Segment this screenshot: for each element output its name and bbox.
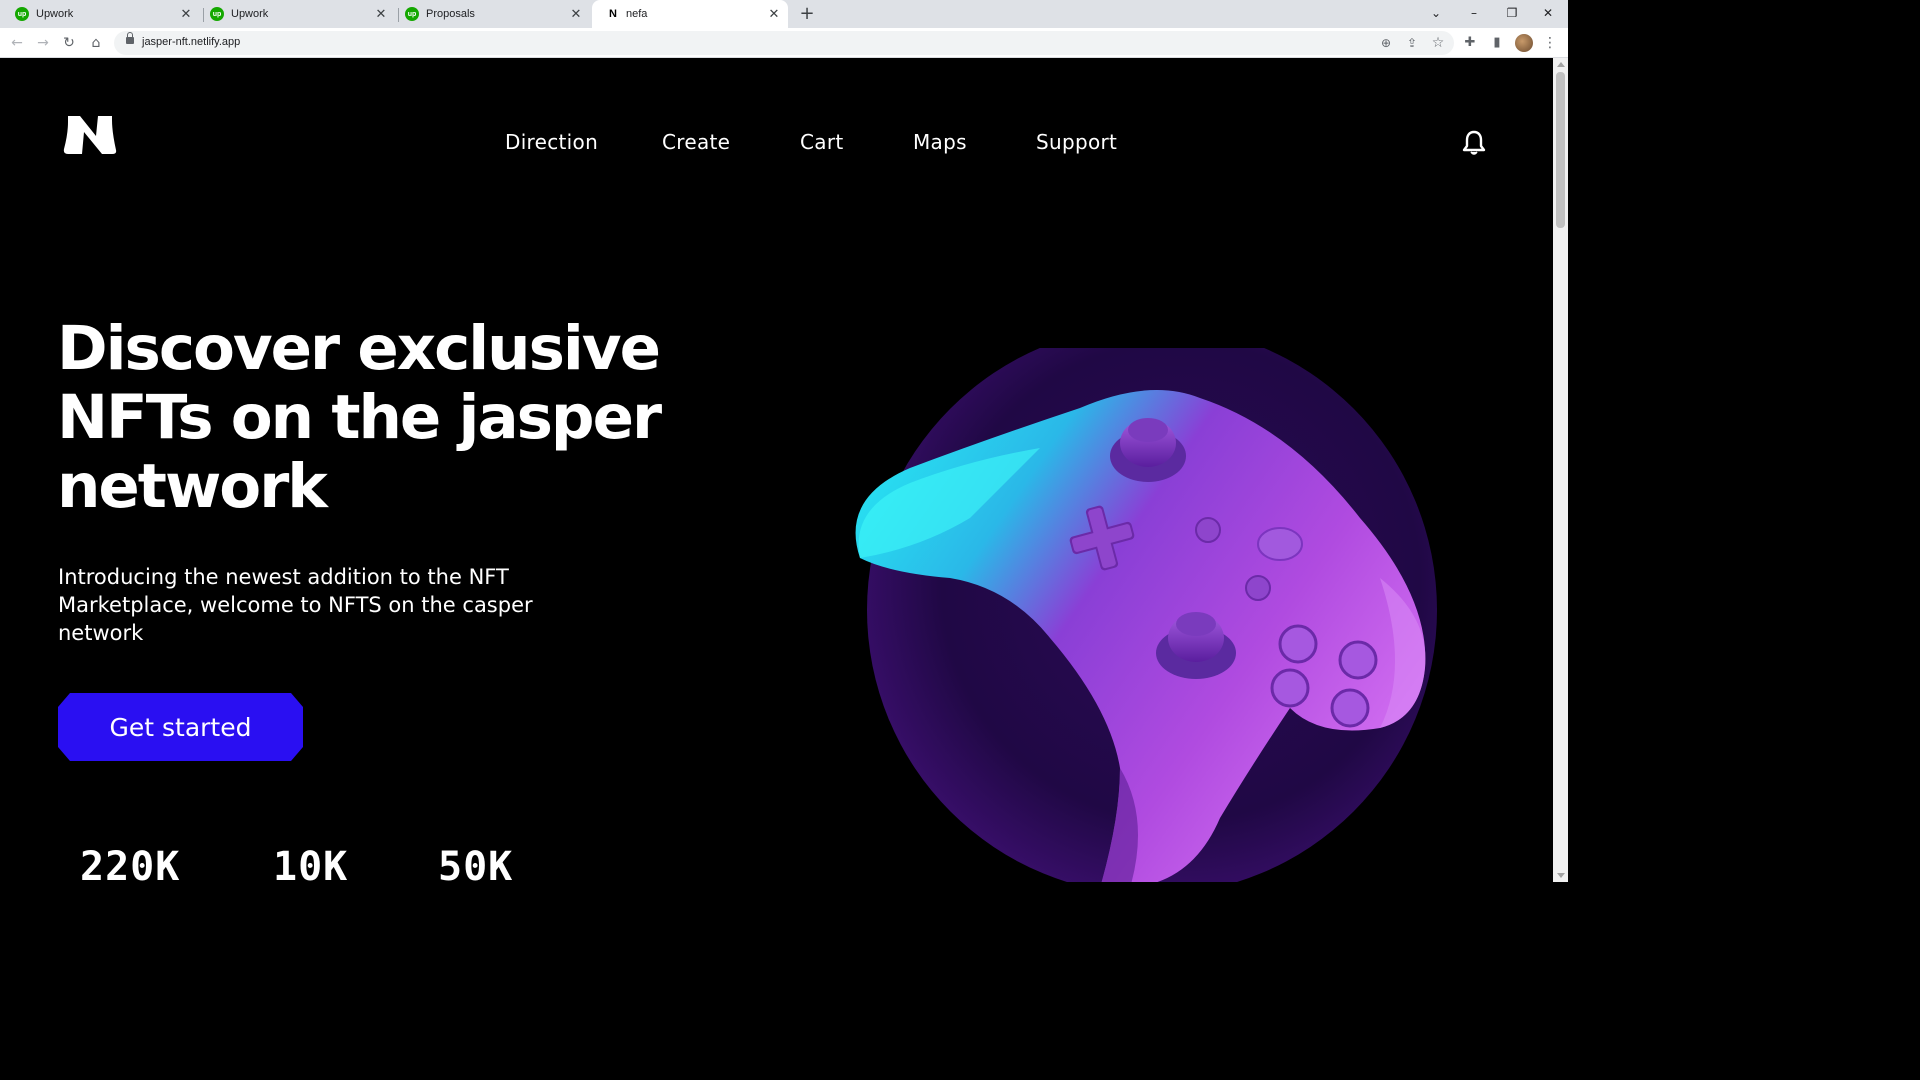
- tab-title: Upwork: [36, 8, 74, 20]
- address-bar[interactable]: jasper-nft.netlify.app: [114, 31, 1454, 55]
- scroll-up-arrow-icon[interactable]: [1557, 62, 1565, 67]
- share-icon[interactable]: ⇪: [1402, 33, 1422, 53]
- browser-tab[interactable]: up Upwork ✕: [195, 0, 395, 28]
- profile-avatar[interactable]: [1515, 34, 1533, 52]
- close-icon[interactable]: ✕: [568, 6, 584, 22]
- menu-kebab-icon[interactable]: ⋮: [1540, 33, 1560, 53]
- close-window-button[interactable]: ✕: [1530, 0, 1566, 28]
- close-icon[interactable]: ✕: [178, 6, 194, 22]
- notification-bell-icon[interactable]: [1462, 130, 1486, 160]
- browser-tab[interactable]: up Upwork ✕: [0, 0, 200, 28]
- home-icon[interactable]: ⌂: [86, 33, 106, 53]
- extensions-icon[interactable]: ✚: [1460, 33, 1480, 53]
- stat-value: 220K: [80, 844, 181, 882]
- reload-icon[interactable]: ↻: [59, 33, 79, 53]
- url-text: jasper-nft.netlify.app: [142, 36, 241, 48]
- new-tab-button[interactable]: +: [797, 4, 817, 24]
- nav-cart[interactable]: Cart: [800, 130, 844, 154]
- close-icon[interactable]: ✕: [373, 6, 389, 22]
- scroll-down-arrow-icon[interactable]: [1557, 873, 1565, 878]
- tab-title: Upwork: [231, 8, 269, 20]
- page-viewport: Direction Create Cart Maps Support Disco…: [0, 58, 1553, 882]
- back-icon[interactable]: ←: [7, 33, 27, 53]
- upwork-icon: up: [405, 7, 419, 21]
- browser-tab-bar: up Upwork ✕ up Upwork ✕ up Proposals ✕ N…: [0, 0, 1568, 28]
- browser-tab-active[interactable]: N nefa ✕: [592, 0, 788, 28]
- page-scrollbar[interactable]: [1553, 58, 1568, 882]
- get-started-button[interactable]: Get started: [58, 693, 303, 761]
- hero-controller-image: [820, 325, 1460, 882]
- upwork-icon: up: [210, 7, 224, 21]
- tab-title: nefa: [626, 8, 648, 20]
- nav-create[interactable]: Create: [662, 130, 730, 154]
- tab-search-icon[interactable]: ⌄: [1418, 0, 1454, 28]
- browser-toolbar: ← → ↻ ⌂ jasper-nft.netlify.app ⊕ ⇪ ☆ ✚ ▮…: [0, 28, 1568, 58]
- tab-title: Proposals: [426, 8, 475, 20]
- browser-tab[interactable]: up Proposals ✕: [390, 0, 590, 28]
- forward-icon[interactable]: →: [33, 33, 53, 53]
- minimize-button[interactable]: –: [1456, 0, 1492, 28]
- logo-icon: [63, 116, 117, 154]
- restore-button[interactable]: ❐: [1494, 0, 1530, 28]
- stat-value: 10K: [273, 844, 349, 882]
- stat-value: 50K: [438, 844, 514, 882]
- upwork-icon: up: [15, 7, 29, 21]
- nav-direction[interactable]: Direction: [505, 130, 598, 154]
- zoom-icon[interactable]: ⊕: [1376, 33, 1396, 53]
- close-icon[interactable]: ✕: [766, 6, 782, 22]
- hero-subtitle: Introducing the newest addition to the N…: [58, 565, 533, 645]
- lock-icon: [126, 32, 134, 44]
- nefa-icon: N: [609, 8, 617, 20]
- nav-support[interactable]: Support: [1036, 130, 1117, 154]
- site-logo[interactable]: [62, 114, 118, 160]
- nav-maps[interactable]: Maps: [913, 130, 967, 154]
- bookmark-star-icon[interactable]: ☆: [1428, 33, 1448, 53]
- hero-title: Discover exclusive NFTs on the jasper ne…: [57, 313, 662, 522]
- side-panel-icon[interactable]: ▮: [1487, 33, 1507, 53]
- scroll-thumb[interactable]: [1556, 72, 1565, 228]
